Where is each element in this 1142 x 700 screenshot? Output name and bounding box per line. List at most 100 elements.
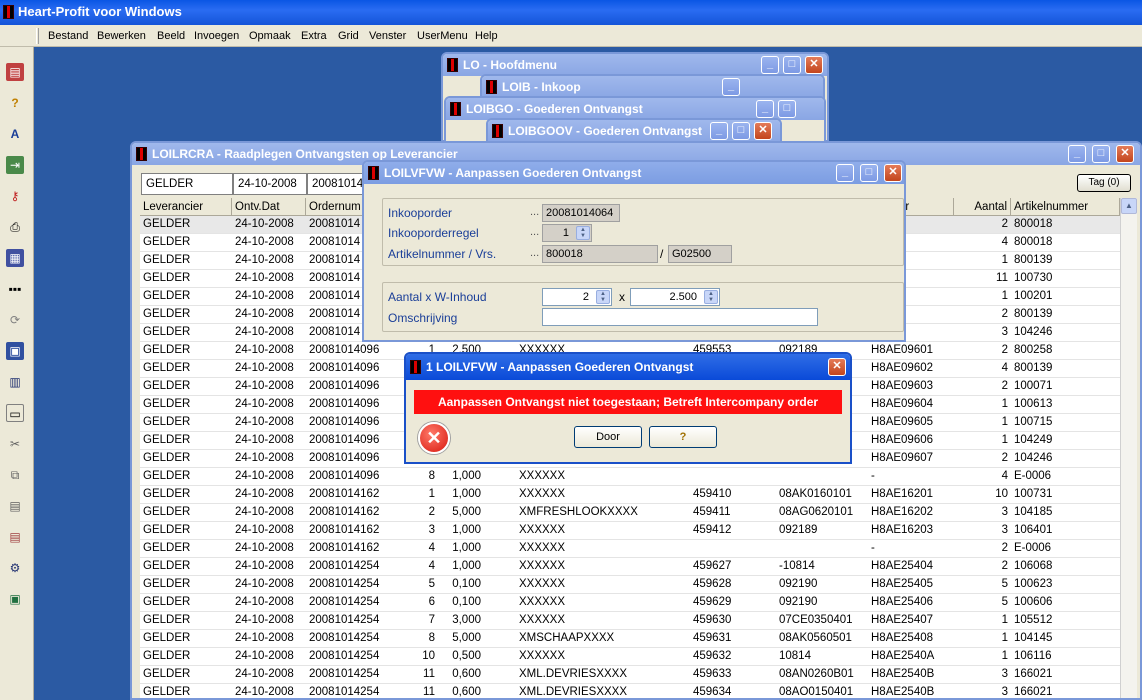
tag-button[interactable]: Tag (0) (1077, 174, 1131, 192)
regel-field: 1 ▲ ▼ (542, 224, 592, 242)
export-icon[interactable]: ⇥ (6, 156, 24, 174)
close-button[interactable]: ✕ (805, 56, 823, 74)
inkooporder-lookup[interactable]: ... (530, 206, 539, 218)
column-header-ontv-dat[interactable]: Ontv.Dat (232, 198, 306, 216)
table-row[interactable]: GELDER 24-10-2008 20081014162 2 5,000 XMFRESH… (140, 504, 1120, 522)
cell-regel: 8 (428, 632, 435, 644)
cell-leverancier: GELDER (143, 686, 191, 698)
help-button[interactable]: ? (649, 426, 717, 448)
close-button[interactable]: ✕ (884, 164, 902, 182)
menu-invoegen[interactable]: Invoegen (194, 25, 239, 47)
regel-lookup[interactable]: ... (530, 226, 539, 238)
table-row[interactable]: GELDER 24-10-2008 20081014162 3 1,000 XXXXXX 4… (140, 522, 1120, 540)
column-header-leverancier[interactable]: Leverancier (140, 198, 232, 216)
table-row[interactable]: GELDER 24-10-2008 20081014254 11 0,600 XML.DE… (140, 684, 1120, 698)
maximize-button[interactable]: □ (778, 100, 796, 118)
minimize-button[interactable]: _ (756, 100, 774, 118)
column-header-artikelnummer[interactable]: Artikelnummer (1011, 198, 1120, 216)
spellcheck-icon[interactable]: A (6, 125, 24, 143)
table-row[interactable]: GELDER 24-10-2008 20081014254 4 1,000 XXXXXX 4… (140, 558, 1120, 576)
settings-icon[interactable]: ⚙ (6, 559, 24, 577)
cell-ontvangstnr: H8AE09606 (871, 434, 934, 446)
filter-date[interactable]: 24-10-2008 (233, 173, 307, 195)
cell-omschrijving: XMSCHAAPXXXX (519, 632, 615, 644)
maximize-button[interactable]: □ (732, 122, 750, 140)
error-dialog[interactable]: 1 LOILVFVW - Aanpassen Goederen Ontvangs… (404, 352, 852, 464)
screen-icon[interactable]: ▣ (6, 590, 24, 608)
maximize-button[interactable]: □ (783, 56, 801, 74)
help-icon[interactable]: ? (6, 94, 24, 112)
chart-icon[interactable]: ▥ (6, 373, 24, 391)
cell-artikelnummer: 104249 (1014, 434, 1053, 446)
table-row[interactable]: GELDER 24-10-2008 20081014254 8 5,000 XMSCHAA… (140, 630, 1120, 648)
menu-grid[interactable]: Grid (338, 25, 359, 47)
vertical-scrollbar[interactable]: ▲ (1120, 198, 1137, 698)
menu-opmaak[interactable]: Opmaak (249, 25, 291, 47)
minimize-button[interactable]: _ (836, 164, 854, 182)
aantal-spin-icon[interactable]: ▲ ▼ (596, 290, 610, 304)
cell-aantal: 3 (1001, 524, 1008, 536)
cell-regel: 6 (428, 596, 435, 608)
maximize-button[interactable]: □ (1092, 145, 1110, 163)
menu-bestand[interactable]: Bestand (48, 25, 88, 47)
table-row[interactable]: GELDER 24-10-2008 20081014096 8 1,000 XXXXXX -… (140, 468, 1120, 486)
table-row[interactable]: GELDER 24-10-2008 20081014254 11 0,600 XML.DE… (140, 666, 1120, 684)
menu-extra[interactable]: Extra (301, 25, 327, 47)
paste-icon[interactable]: ▤ (6, 497, 24, 515)
menu-beeld[interactable]: Beeld (157, 25, 185, 47)
cell-leverancier: GELDER (143, 524, 191, 536)
cell-artikelnummer: 100071 (1014, 380, 1053, 392)
key-icon[interactable]: ⚷ (6, 187, 24, 205)
save-icon[interactable]: ▣ (6, 342, 24, 360)
cell-ordernum: 20081014254 (309, 578, 380, 590)
table-row[interactable]: GELDER 24-10-2008 20081014162 4 1,000 XXXXXX -… (140, 540, 1120, 558)
cell-ontv-dat: 24-10-2008 (235, 362, 294, 374)
artikel-lookup[interactable]: ... (530, 247, 539, 259)
window-title-bar[interactable]: LOIBGO - Goederen Ontvangst _ □ (446, 98, 824, 120)
form-icon[interactable]: ▦ (6, 249, 24, 267)
window-title-bar[interactable]: LOIB - Inkoop _ (482, 76, 823, 98)
window-loilvfvw[interactable]: LOILVFVW - Aanpassen Goederen Ontvangst … (362, 160, 906, 342)
copy-icon[interactable]: ⧉ (6, 466, 24, 484)
dialog-close-button[interactable]: ✕ (828, 358, 846, 376)
refresh-icon[interactable]: ⟳ (6, 311, 24, 329)
aantal-input[interactable]: 2 ▲ ▼ (542, 288, 612, 306)
window-title-bar[interactable]: LOILVFVW - Aanpassen Goederen Ontvangst … (364, 162, 904, 184)
door-button[interactable]: Door (574, 426, 642, 448)
minimize-button[interactable]: _ (1068, 145, 1086, 163)
window-title: LOILRCRA - Raadplegen Ontvangsten op Lev… (152, 147, 458, 161)
column-header-aantal[interactable]: Aantal (954, 198, 1011, 216)
window-title-bar[interactable]: LOIBGOOV - Goederen Ontvangst _ □ ✕ (488, 120, 780, 142)
table-row[interactable]: GELDER 24-10-2008 20081014162 1 1,000 XXXXXX 4… (140, 486, 1120, 504)
menu-help[interactable]: Help (475, 25, 498, 47)
inhoud-spin-icon[interactable]: ▲ ▼ (704, 290, 718, 304)
omschrijving-input[interactable] (542, 308, 818, 326)
scroll-up-icon[interactable]: ▲ (1121, 198, 1137, 214)
cut-icon[interactable]: ✂ (6, 435, 24, 453)
print-icon[interactable]: ⎙ (6, 218, 24, 236)
table-row[interactable]: GELDER 24-10-2008 20081014254 10 0,500 XXXXXX… (140, 648, 1120, 666)
minimize-button[interactable]: _ (710, 122, 728, 140)
minimize-button[interactable]: _ (722, 78, 740, 96)
cell-ontvangstnr: H8AE25404 (871, 560, 934, 572)
table-icon[interactable]: ▤ (6, 63, 24, 81)
dots-icon[interactable]: ▪▪▪ (6, 280, 24, 298)
close-button[interactable]: ✕ (754, 122, 772, 140)
table-row[interactable]: GELDER 24-10-2008 20081014254 6 0,100 XXXXXX 4… (140, 594, 1120, 612)
table-row[interactable]: GELDER 24-10-2008 20081014254 5 0,100 XXXXXX 4… (140, 576, 1120, 594)
dialog-title-bar[interactable]: 1 LOILVFVW - Aanpassen Goederen Ontvangs… (406, 354, 850, 380)
window-icon[interactable]: ▭ (6, 404, 24, 422)
paste-special-icon[interactable]: ▤ (6, 528, 24, 546)
table-row[interactable]: GELDER 24-10-2008 20081014254 7 3,000 XXXXXX 4… (140, 612, 1120, 630)
menu-bewerken[interactable]: Bewerken (97, 25, 146, 47)
cell-ordernum: 20081014096 (309, 452, 380, 464)
menu-usermenu[interactable]: UserMenu (417, 25, 468, 47)
menu-venster[interactable]: Venster (369, 25, 406, 47)
window-title-bar[interactable]: LO - Hoofdmenu _ □ ✕ (443, 54, 827, 76)
minimize-button[interactable]: _ (761, 56, 779, 74)
inhoud-input[interactable]: 2.500 ▲ ▼ (630, 288, 720, 306)
maximize-button[interactable]: □ (860, 164, 878, 182)
filter-leverancier[interactable]: GELDER (141, 173, 233, 195)
filter-order[interactable]: 20081014 (307, 173, 367, 195)
close-button[interactable]: ✕ (1116, 145, 1134, 163)
